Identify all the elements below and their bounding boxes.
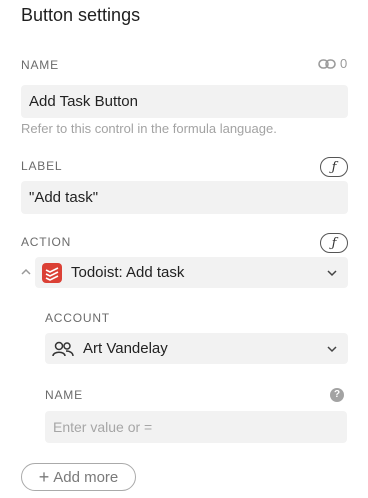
link-count[interactable]: 0 bbox=[318, 56, 347, 71]
label-formula-button[interactable]: ƒ bbox=[320, 157, 348, 177]
add-more-button[interactable]: + Add more bbox=[21, 463, 136, 491]
name-field[interactable]: Add Task Button bbox=[21, 85, 348, 118]
account-select[interactable]: Art Vandelay bbox=[45, 333, 348, 364]
chevron-up-icon[interactable] bbox=[20, 266, 32, 278]
chevron-down-icon bbox=[327, 270, 337, 277]
users-icon bbox=[52, 341, 74, 356]
link-count-value: 0 bbox=[340, 56, 348, 71]
action-select-label: Todoist: Add task bbox=[71, 264, 185, 281]
help-icon[interactable]: ? bbox=[330, 388, 344, 402]
chevron-down-icon bbox=[327, 346, 337, 353]
panel-title: Button settings bbox=[21, 5, 141, 25]
name-helper-text: Refer to this control in the formula lan… bbox=[21, 121, 277, 136]
todoist-icon bbox=[42, 262, 62, 283]
label-field[interactable]: "Add task" bbox=[21, 181, 348, 214]
action-name-label: NAME bbox=[45, 388, 83, 402]
label-section-label: LABEL bbox=[21, 159, 63, 173]
action-name-input[interactable]: Enter value or = bbox=[45, 411, 347, 443]
action-select[interactable]: Todoist: Add task bbox=[35, 257, 348, 288]
formula-icon: ƒ bbox=[331, 235, 337, 251]
action-section-label: ACTION bbox=[21, 235, 72, 249]
action-formula-button[interactable]: ƒ bbox=[320, 233, 348, 253]
account-label: ACCOUNT bbox=[45, 311, 110, 325]
name-section-label: NAME bbox=[21, 58, 59, 72]
plus-icon: + bbox=[38, 467, 50, 487]
link-icon bbox=[318, 58, 336, 69]
formula-icon: ƒ bbox=[331, 159, 337, 175]
add-more-label: Add more bbox=[53, 468, 119, 486]
account-value: Art Vandelay bbox=[83, 340, 168, 357]
